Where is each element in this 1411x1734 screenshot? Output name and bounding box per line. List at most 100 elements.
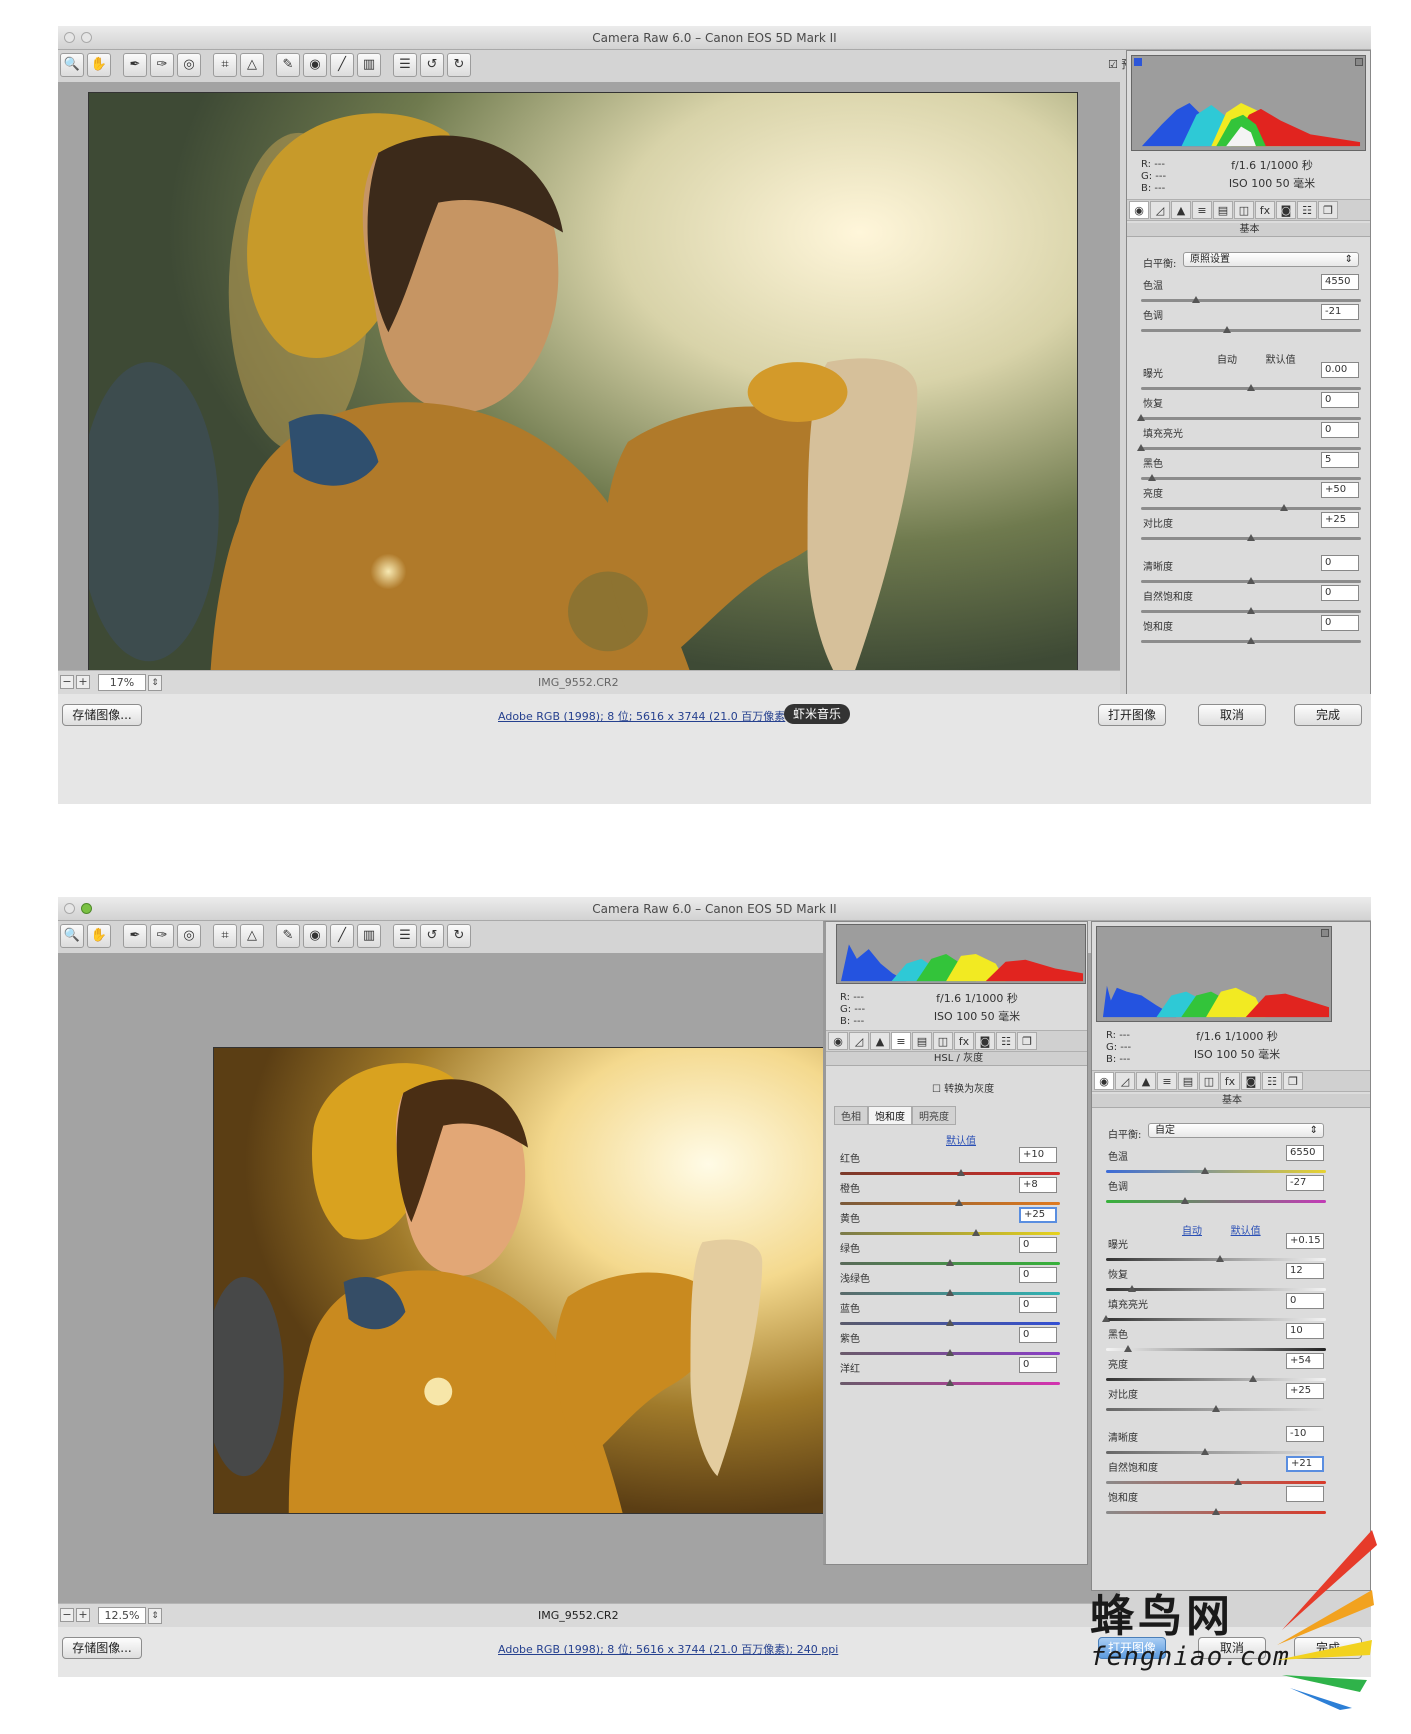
- slider-value-field[interactable]: 0: [1321, 615, 1359, 631]
- slider-track[interactable]: [1106, 1481, 1326, 1484]
- save-image-button[interactable]: 存储图像...: [62, 704, 142, 726]
- slider-thumb[interactable]: [1212, 1508, 1220, 1515]
- slider-thumb[interactable]: [1247, 534, 1255, 541]
- hue-subtab[interactable]: 色相: [834, 1106, 868, 1125]
- hand-tool-icon[interactable]: ✋: [87, 924, 111, 948]
- effects-tab-icon[interactable]: fx: [1255, 201, 1275, 219]
- presets-tab-icon[interactable]: ☷: [996, 1032, 1016, 1050]
- done-button[interactable]: 完成: [1294, 704, 1362, 726]
- slider-value-field[interactable]: +50: [1321, 482, 1359, 498]
- zoom-out-icon[interactable]: −: [60, 675, 74, 689]
- slider-value-field[interactable]: 0: [1019, 1297, 1057, 1313]
- slider-thumb[interactable]: [946, 1289, 954, 1296]
- slider-track[interactable]: [1106, 1318, 1326, 1321]
- slider-track[interactable]: [1141, 447, 1361, 450]
- slider-thumb[interactable]: [1102, 1315, 1110, 1322]
- lens-correction-tab-icon[interactable]: ◫: [933, 1032, 953, 1050]
- color-sampler-tool-icon[interactable]: ✑: [150, 924, 174, 948]
- detail-tab-icon[interactable]: ▲: [1171, 201, 1191, 219]
- slider-track[interactable]: [1141, 507, 1361, 510]
- crop-tool-icon[interactable]: ⌗: [213, 924, 237, 948]
- lens-correction-tab-icon[interactable]: ◫: [1234, 201, 1254, 219]
- crop-tool-icon[interactable]: ⌗: [213, 53, 237, 77]
- slider-thumb[interactable]: [1247, 577, 1255, 584]
- hsl-tab-icon[interactable]: ≡: [1157, 1072, 1177, 1090]
- straighten-tool-icon[interactable]: △: [240, 924, 264, 948]
- effects-tab-icon[interactable]: fx: [1220, 1072, 1240, 1090]
- slider-track[interactable]: [840, 1172, 1060, 1175]
- slider-thumb[interactable]: [1124, 1345, 1132, 1352]
- slider-thumb[interactable]: [1137, 414, 1145, 421]
- camera-calibration-tab-icon[interactable]: ◙: [1276, 201, 1296, 219]
- slider-track[interactable]: [1141, 329, 1361, 332]
- slider-thumb[interactable]: [1201, 1448, 1209, 1455]
- close-window-button[interactable]: [64, 32, 75, 43]
- slider-track[interactable]: [840, 1232, 1060, 1235]
- graduated-filter-icon[interactable]: ▥: [357, 924, 381, 948]
- slider-value-field[interactable]: +54: [1286, 1353, 1324, 1369]
- white-balance-dropdown[interactable]: 原照设置 ⇕: [1183, 252, 1359, 267]
- slider-value-field[interactable]: +25: [1019, 1207, 1057, 1223]
- snapshots-tab-icon[interactable]: ❐: [1017, 1032, 1037, 1050]
- slider-value-field[interactable]: 4550: [1321, 274, 1359, 290]
- slider-value-field[interactable]: +25: [1286, 1383, 1324, 1399]
- slider-value-field[interactable]: 0: [1286, 1293, 1324, 1309]
- slider-thumb[interactable]: [957, 1169, 965, 1176]
- targeted-adjust-tool-icon[interactable]: ◎: [177, 924, 201, 948]
- auto-link[interactable]: 自动: [1217, 355, 1237, 366]
- luminance-subtab[interactable]: 明亮度: [912, 1106, 956, 1125]
- slider-value-field[interactable]: -10: [1286, 1426, 1324, 1442]
- slider-value-field[interactable]: 0: [1321, 585, 1359, 601]
- slider-value-field[interactable]: [1286, 1486, 1324, 1502]
- tone-curve-tab-icon[interactable]: ◿: [1150, 201, 1170, 219]
- slider-thumb[interactable]: [946, 1379, 954, 1386]
- targeted-adjust-tool-icon[interactable]: ◎: [177, 53, 201, 77]
- slider-track[interactable]: [1106, 1170, 1326, 1173]
- white-balance-tool-icon[interactable]: ✒: [123, 53, 147, 77]
- saturation-subtab[interactable]: 饱和度: [868, 1106, 912, 1125]
- slider-value-field[interactable]: +25: [1321, 512, 1359, 528]
- zoom-out-icon[interactable]: −: [60, 1608, 74, 1622]
- zoom-tool-icon[interactable]: 🔍: [60, 53, 84, 77]
- slider-thumb[interactable]: [1222, 326, 1231, 333]
- slider-track[interactable]: [1141, 477, 1361, 480]
- slider-value-field[interactable]: 0: [1019, 1237, 1057, 1253]
- slider-thumb[interactable]: [946, 1319, 954, 1326]
- presets-tab-icon[interactable]: ☷: [1262, 1072, 1282, 1090]
- slider-value-field[interactable]: 12: [1286, 1263, 1324, 1279]
- detail-tab-icon[interactable]: ▲: [1136, 1072, 1156, 1090]
- slider-track[interactable]: [1106, 1200, 1326, 1203]
- slider-thumb[interactable]: [946, 1259, 954, 1266]
- graduated-filter-icon[interactable]: ▥: [357, 53, 381, 77]
- presets-tab-icon[interactable]: ☷: [1297, 201, 1317, 219]
- white-balance-tool-icon[interactable]: ✒: [123, 924, 147, 948]
- zoom-level-field[interactable]: 12.5%: [98, 1607, 146, 1624]
- adjustment-brush-icon[interactable]: ╱: [330, 924, 354, 948]
- slider-thumb[interactable]: [1234, 1478, 1242, 1485]
- slider-thumb[interactable]: [1192, 296, 1200, 303]
- auto-link[interactable]: 自动: [1182, 1226, 1202, 1237]
- slider-thumb[interactable]: [1128, 1285, 1137, 1292]
- slider-value-field[interactable]: 0: [1019, 1357, 1057, 1373]
- slider-value-field[interactable]: 0: [1321, 555, 1359, 571]
- slider-value-field[interactable]: -21: [1321, 304, 1359, 320]
- preferences-icon[interactable]: ☰: [393, 924, 417, 948]
- zoom-in-icon[interactable]: +: [76, 675, 90, 689]
- highlight-clipping-icon[interactable]: [1355, 58, 1363, 66]
- rotate-right-icon[interactable]: ↻: [447, 53, 471, 77]
- slider-thumb[interactable]: [1148, 474, 1156, 481]
- slider-thumb[interactable]: [1247, 637, 1255, 644]
- red-eye-tool-icon[interactable]: ◉: [303, 924, 327, 948]
- slider-value-field[interactable]: 6550: [1286, 1145, 1324, 1161]
- slider-value-field[interactable]: 0: [1019, 1327, 1057, 1343]
- rotate-left-icon[interactable]: ↺: [420, 924, 444, 948]
- zoom-window-button[interactable]: [81, 903, 92, 914]
- zoom-level-field[interactable]: 17%: [98, 674, 146, 691]
- slider-thumb[interactable]: [1201, 1167, 1209, 1174]
- slider-track[interactable]: [1106, 1348, 1326, 1351]
- rotate-left-icon[interactable]: ↺: [420, 53, 444, 77]
- zoom-in-icon[interactable]: +: [76, 1608, 90, 1622]
- slider-track[interactable]: [1106, 1288, 1326, 1291]
- slider-track[interactable]: [1141, 299, 1361, 302]
- hsl-tab-icon[interactable]: ≡: [1192, 201, 1212, 219]
